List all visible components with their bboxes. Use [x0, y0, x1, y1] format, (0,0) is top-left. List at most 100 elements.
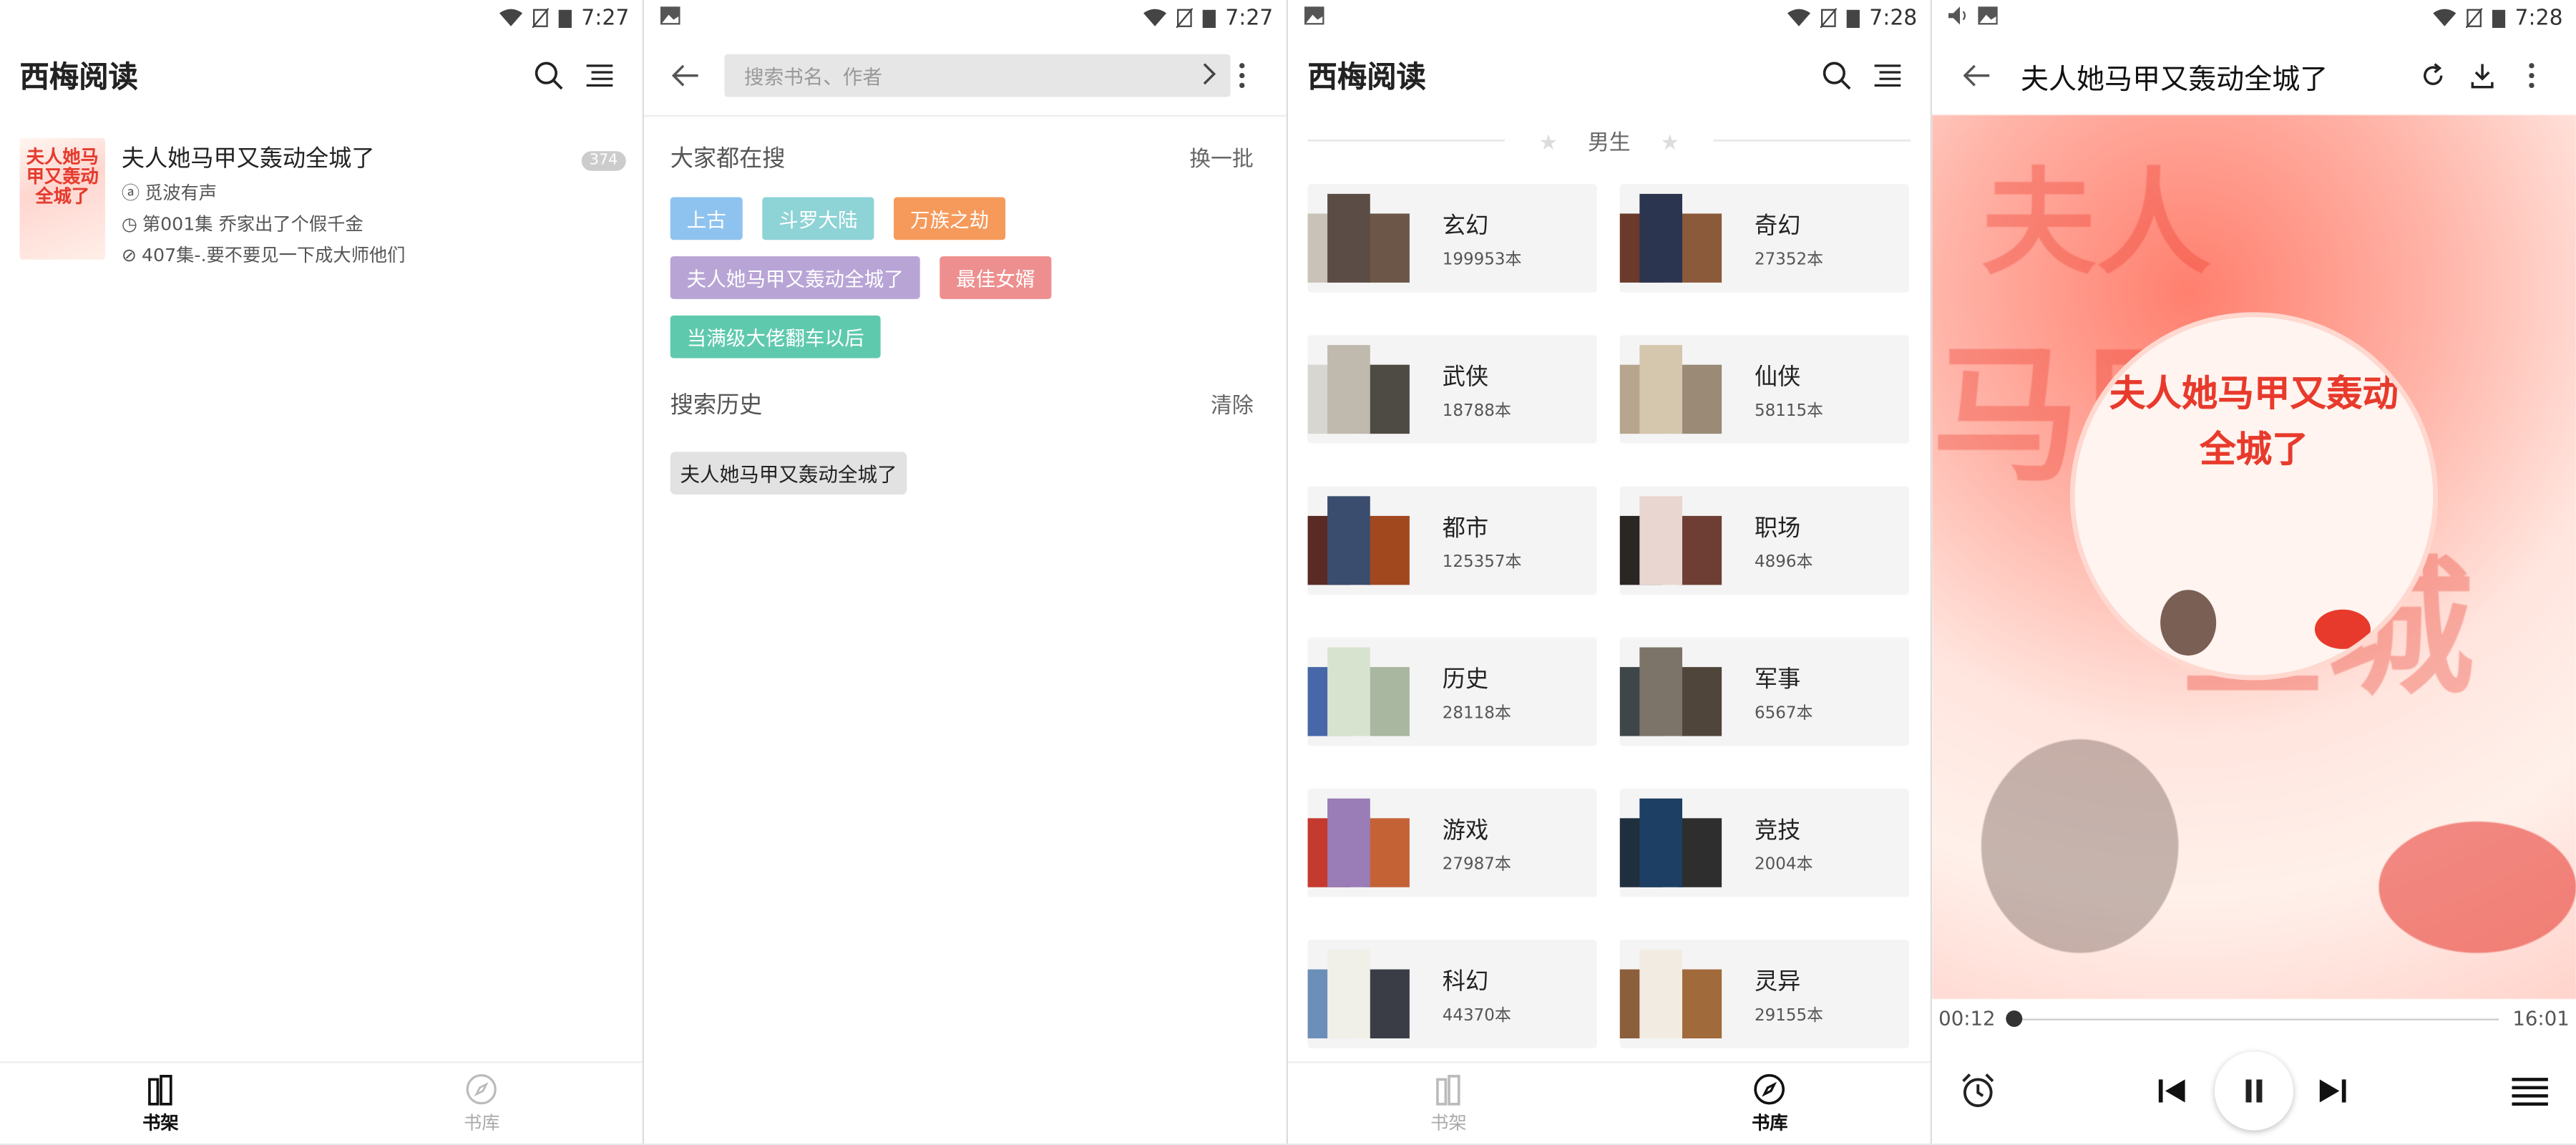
category-count: 28118本: [1442, 703, 1511, 723]
skip-next-icon: [2319, 1079, 2346, 1103]
back-button[interactable]: [660, 51, 710, 100]
timer-button[interactable]: [1948, 1061, 2008, 1121]
menu-button[interactable]: [573, 51, 623, 100]
screen-search: 7:27 搜索书名、作者 大家都在搜 换一批 上古 斗罗大陆 万族之劫 夫人她马…: [643, 0, 1288, 1144]
category-count: 199953本: [1442, 250, 1522, 269]
refresh-button[interactable]: 换一批: [1189, 141, 1254, 172]
category-count: 29155本: [1755, 1006, 1824, 1025]
app-title: 西梅阅读: [19, 60, 138, 96]
search-button[interactable]: [524, 51, 573, 100]
category-cover: [1307, 193, 1423, 283]
author-icon: ⓐ: [121, 182, 140, 204]
category-card[interactable]: 历史 28118本: [1307, 637, 1597, 746]
category-card[interactable]: 灵异 29155本: [1619, 940, 1909, 1048]
download-icon: [2471, 64, 2494, 89]
bookshelf-icon: [1435, 1073, 1460, 1105]
nav-library[interactable]: 书库: [1609, 1063, 1931, 1143]
nav-library[interactable]: 书库: [321, 1063, 643, 1143]
status-time: 7:28: [2514, 6, 2563, 31]
chevron-right-icon[interactable]: [1201, 62, 1217, 85]
screen-bookshelf: 7:27 西梅阅读 夫人她马甲又轰动全城了 夫人她马甲又轰动全城了 ⓐ 觅波有声 …: [0, 0, 644, 1144]
gender-header: ★ 男生 ★: [1288, 125, 1931, 156]
battery-icon: [558, 9, 572, 29]
nav-shelf-label: 书架: [1430, 1111, 1467, 1134]
hot-tag[interactable]: 夫人她马甲又轰动全城了: [670, 256, 920, 299]
star-icon: ★: [1538, 131, 1558, 157]
bottom-nav: 书架 书库: [0, 1061, 643, 1144]
category-card[interactable]: 奇幻 27352本: [1619, 184, 1909, 293]
sort-list-icon: [586, 64, 613, 87]
category-card[interactable]: 武侠 18788本: [1307, 335, 1597, 444]
hot-tag[interactable]: 万族之劫: [894, 197, 1006, 240]
nav-shelf[interactable]: 书架: [1288, 1063, 1609, 1143]
hot-tag[interactable]: 最佳女婿: [940, 256, 1052, 299]
previous-button[interactable]: [2142, 1061, 2202, 1121]
history-tag[interactable]: 夫人她马甲又轰动全城了: [670, 452, 907, 495]
album-disc: 夫人她马甲又轰动全城了: [2069, 312, 2439, 681]
total-time: 16:01: [2512, 1007, 2570, 1030]
category-name: 奇幻: [1755, 213, 1801, 240]
category-card[interactable]: 科幻 44370本: [1307, 940, 1597, 1048]
category-card[interactable]: 仙侠 58115本: [1619, 335, 1909, 444]
book-chapter: 第001集 乔家出了个假千金: [142, 213, 364, 235]
clock-icon: ◷: [121, 213, 137, 235]
category-cover: [1307, 496, 1423, 585]
more-button[interactable]: [1217, 51, 1267, 100]
more-button[interactable]: [2507, 51, 2557, 100]
category-cover: [1619, 193, 1735, 283]
progress-slider[interactable]: [2006, 1009, 2499, 1026]
search-button[interactable]: [1812, 51, 1861, 100]
current-time: 00:12: [1938, 1007, 1996, 1030]
category-card[interactable]: 游戏 27987本: [1307, 789, 1597, 897]
refresh-icon: [2424, 63, 2443, 85]
book-list-item[interactable]: 夫人她马甲又轰动全城了 夫人她马甲又轰动全城了 ⓐ 觅波有声 ◷ 第001集 乔家出…: [19, 137, 626, 266]
status-bar: 7:27: [0, 0, 643, 36]
bottom-nav: 书架 书库: [1287, 1061, 1931, 1144]
category-card[interactable]: 职场 4896本: [1619, 486, 1909, 595]
no-sim-icon: [1820, 8, 1837, 29]
category-grid: 玄幻 199953本 奇幻 27352本 武侠 18788本 仙侠 58115本 都市 1…: [1307, 184, 1909, 1048]
category-card[interactable]: 都市 125357本: [1307, 486, 1597, 595]
category-count: 44370本: [1442, 1006, 1511, 1025]
volume-icon: [1948, 6, 1966, 25]
back-button[interactable]: [1952, 51, 2001, 100]
character-illustration: [1981, 739, 2179, 953]
category-card[interactable]: 玄幻 199953本: [1307, 184, 1597, 293]
next-button[interactable]: [2303, 1061, 2363, 1121]
refresh-button[interactable]: [2409, 51, 2458, 100]
category-count: 6567本: [1755, 703, 1813, 723]
clear-history-button[interactable]: 清除: [1211, 388, 1254, 419]
category-count: 4896本: [1755, 552, 1813, 571]
nav-shelf[interactable]: 书架: [0, 1063, 321, 1143]
status-bar: 7:27: [644, 0, 1287, 36]
menu-button[interactable]: [1861, 51, 1911, 100]
status-time: 7:28: [1869, 6, 1918, 31]
search-input[interactable]: 搜索书名、作者: [724, 54, 1231, 97]
playlist-button[interactable]: [2500, 1061, 2560, 1121]
wifi-icon: [499, 9, 522, 26]
hot-search-title: 大家都在搜: [670, 146, 786, 173]
category-name: 都市: [1442, 515, 1489, 542]
hot-tag[interactable]: 当满级大佬翻车以后: [670, 315, 881, 359]
status-bar: 7:28: [1932, 0, 2576, 36]
bookshelf-icon: [147, 1073, 172, 1105]
app-bar: 西梅阅读: [0, 36, 643, 115]
alarm-clock-icon: [1962, 1073, 1994, 1108]
search-icon: [1823, 62, 1851, 90]
nav-library-label: 书库: [1752, 1111, 1788, 1134]
hot-tag[interactable]: 上古: [670, 197, 743, 240]
nav-library-label: 书库: [464, 1111, 500, 1134]
category-cover: [1307, 647, 1423, 736]
book-cover: 夫人她马甲又轰动全城了: [19, 137, 105, 260]
hot-tag[interactable]: 斗罗大陆: [762, 197, 874, 240]
category-count: 27352本: [1755, 250, 1824, 269]
app-title: 西梅阅读: [1307, 60, 1426, 96]
disc-character: [2160, 590, 2217, 656]
category-card[interactable]: 竞技 2004本: [1619, 789, 1909, 897]
category-cover: [1619, 798, 1735, 887]
category-card[interactable]: 军事 6567本: [1619, 637, 1909, 746]
progress-knob[interactable]: [2006, 1009, 2023, 1026]
category-cover: [1307, 345, 1423, 434]
download-button[interactable]: [2458, 51, 2507, 100]
pause-button[interactable]: [2214, 1051, 2294, 1131]
